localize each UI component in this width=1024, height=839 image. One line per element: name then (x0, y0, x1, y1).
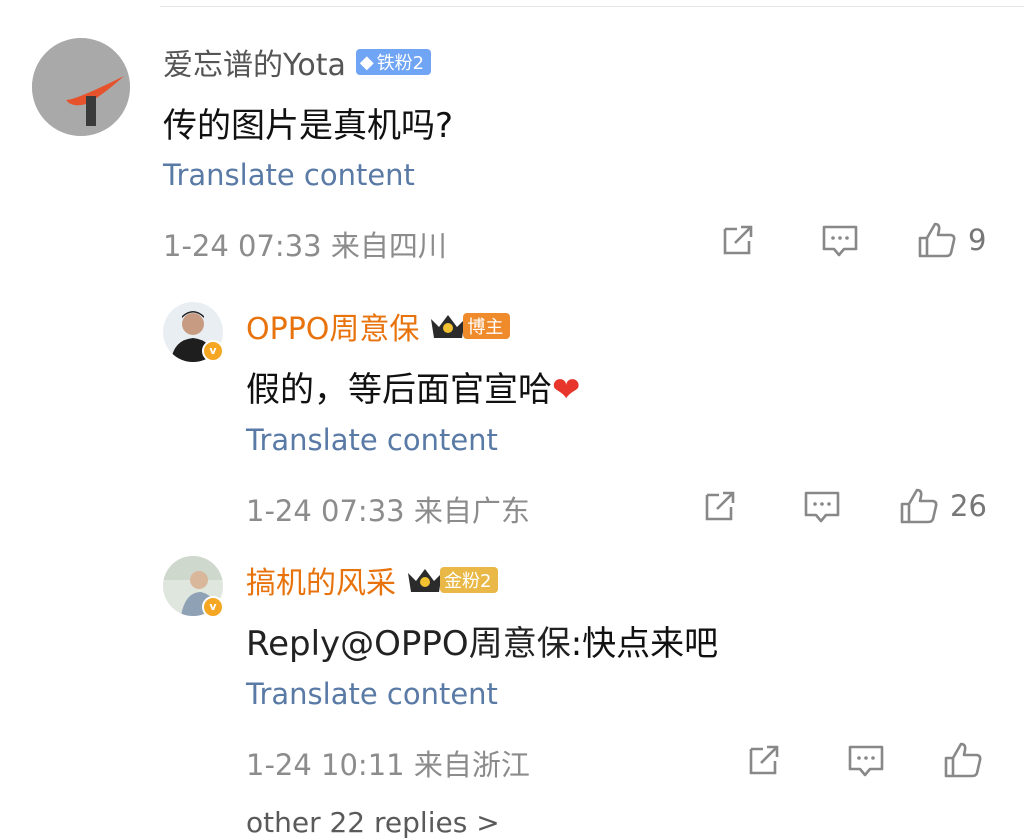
top-divider (160, 6, 1024, 7)
comment-icon[interactable] (820, 221, 860, 259)
username[interactable]: OPPO周意保 (246, 304, 419, 348)
comment-icon[interactable] (846, 741, 886, 779)
diamond-icon: ◆ (359, 51, 374, 73)
crown-icon (431, 315, 466, 338)
comment-meta: 1-24 07:33 来自广东 (246, 494, 530, 528)
like-count: 9 (968, 223, 987, 257)
fan-badge: ◆ 铁粉2 (355, 49, 432, 75)
badge-label: 博主 (467, 317, 504, 338)
comment-text: 传的图片是真机吗? (163, 106, 454, 146)
comment-icon[interactable] (802, 487, 842, 525)
avatar[interactable] (32, 38, 130, 136)
comment-body: :快点来吧 (570, 624, 719, 664)
badge-label: 铁粉2 (376, 53, 425, 74)
verified-icon: v (202, 596, 224, 618)
share-icon[interactable] (744, 741, 784, 779)
comment-body: 假的，等后面官宣哈 (246, 370, 552, 410)
more-replies-link[interactable]: other 22 replies > (246, 806, 500, 839)
comment-text: Reply@OPPO周意保:快点来吧 (246, 616, 718, 665)
share-icon[interactable] (718, 221, 758, 259)
like-count: 26 (950, 489, 987, 523)
like-icon[interactable]: 9 (916, 220, 986, 260)
translate-link[interactable]: Translate content (163, 158, 415, 192)
comment-meta: 1-24 07:33 来自四川 (163, 229, 447, 263)
username[interactable]: 爱忘谱的Yota (163, 40, 346, 84)
badge-label: 金粉2 (444, 571, 492, 592)
share-icon[interactable] (700, 487, 740, 525)
crown-icon (408, 569, 442, 592)
translate-link[interactable]: Translate content (246, 423, 498, 457)
verified-icon: v (202, 340, 224, 362)
blogger-badge: 博主 (463, 313, 511, 339)
comment-meta: 1-24 10:11 来自浙江 (246, 748, 530, 782)
heart-emoji: ❤ (552, 370, 581, 410)
fan-badge: 金粉2 (440, 567, 499, 593)
reply-mention[interactable]: Reply@OPPO周意保 (246, 624, 571, 664)
like-icon[interactable]: 26 (898, 486, 987, 526)
translate-link[interactable]: Translate content (246, 677, 498, 711)
username[interactable]: 搞机的风采 (246, 558, 396, 602)
comment-text: 假的，等后面官宣哈❤ (246, 362, 581, 411)
like-icon[interactable] (942, 740, 984, 780)
